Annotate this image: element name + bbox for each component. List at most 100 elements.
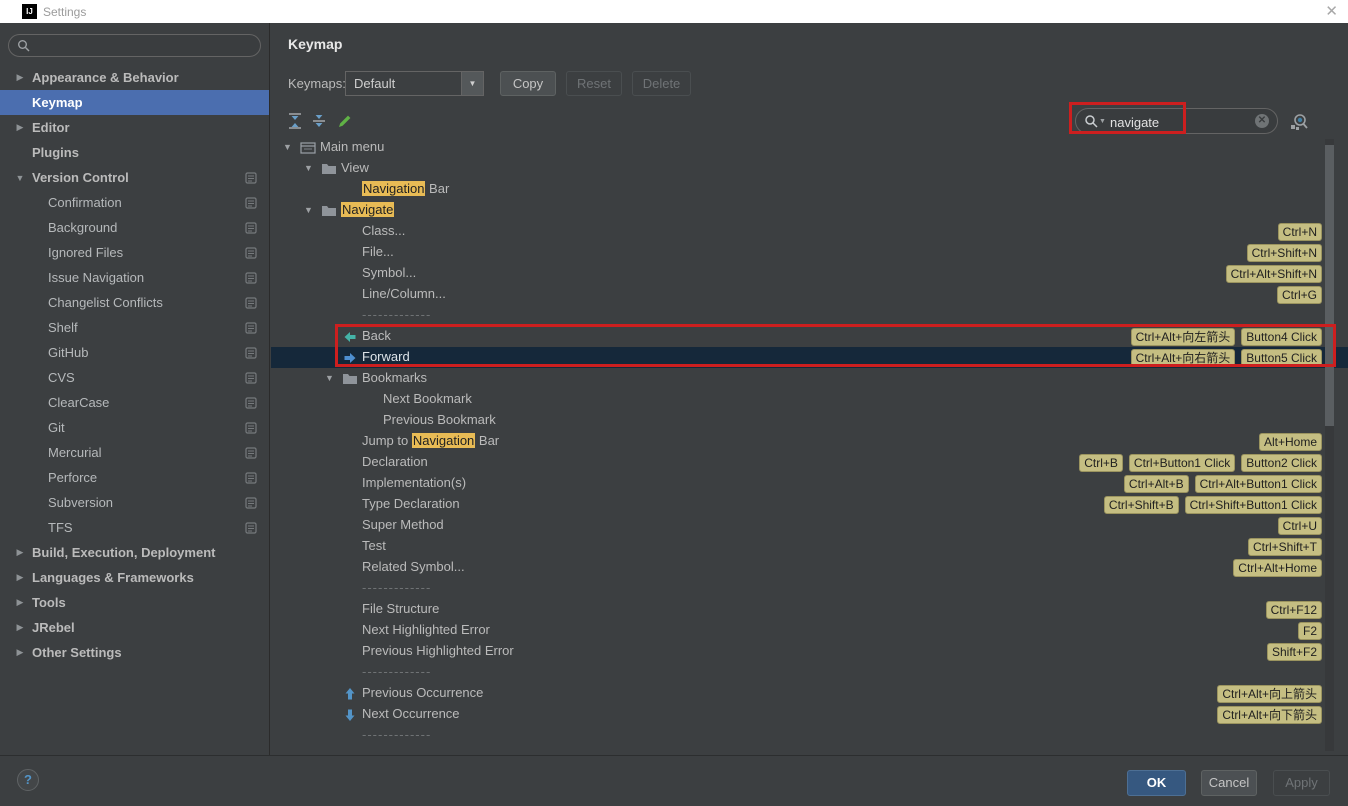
sidebar-item-confirmation[interactable]: Confirmation [0, 190, 269, 215]
sidebar-item-clearcase[interactable]: ClearCase [0, 390, 269, 415]
shared-settings-icon [245, 197, 257, 212]
tree-separator: ------------- [271, 305, 1348, 326]
sidebar-item-languages-frameworks[interactable]: ▶ Languages & Frameworks [0, 565, 269, 590]
tree-row-label: Symbol... [362, 265, 416, 280]
shortcut-badges: Ctrl+F12 [1260, 601, 1322, 619]
chevron-right-icon[interactable]: ▶ [14, 622, 26, 633]
sidebar-item-git[interactable]: Git [0, 415, 269, 440]
chevron-down-icon[interactable]: ▼ [304, 205, 313, 215]
tree-row-next-highlighted-error[interactable]: Next Highlighted Error F2 [271, 620, 1348, 641]
chevron-right-icon[interactable]: ▶ [14, 72, 26, 83]
shortcut-badge: Ctrl+U [1277, 517, 1322, 535]
sidebar-item-editor[interactable]: ▶ Editor [0, 115, 269, 140]
chevron-down-icon[interactable]: ▼ [325, 373, 334, 383]
tree-row-test[interactable]: Test Ctrl+Shift+T [271, 536, 1348, 557]
sidebar-item-appearance-behavior[interactable]: ▶ Appearance & Behavior [0, 65, 269, 90]
tree-row-jump-to-navigation-bar[interactable]: Jump to Navigation Bar Alt+Home [271, 431, 1348, 452]
menu-icon [300, 140, 316, 156]
sidebar-item-subversion[interactable]: Subversion [0, 490, 269, 515]
collapse-all-icon[interactable] [310, 112, 328, 130]
keymap-select[interactable]: Default ▼ [345, 71, 484, 96]
sidebar-item-github[interactable]: GitHub [0, 340, 269, 365]
tree-row-main-menu[interactable]: ▼ Main menu [271, 137, 1348, 158]
sidebar-item-keymap[interactable]: Keymap [0, 90, 269, 115]
copy-button[interactable]: Copy [500, 71, 556, 96]
tree-row-line-column[interactable]: Line/Column... Ctrl+G [271, 284, 1348, 305]
tree-row-class[interactable]: Class... Ctrl+N [271, 221, 1348, 242]
separator-dashes: ------------- [362, 580, 432, 595]
chevron-right-icon[interactable]: ▶ [14, 122, 26, 133]
sidebar-item-shelf[interactable]: Shelf [0, 315, 269, 340]
chevron-right-icon[interactable]: ▶ [14, 572, 26, 583]
tree-row-bookmarks[interactable]: ▼ Bookmarks [271, 368, 1348, 389]
tree-row-previous-occurrence[interactable]: Previous Occurrence Ctrl+Alt+向上箭头 [271, 683, 1348, 704]
sidebar-item-label: JRebel [32, 620, 75, 635]
tree-row-related-symbol[interactable]: Related Symbol... Ctrl+Alt+Home [271, 557, 1348, 578]
cancel-button[interactable]: Cancel [1201, 770, 1257, 796]
clear-search-icon[interactable]: ✕ [1255, 114, 1269, 128]
reset-button[interactable]: Reset [566, 71, 622, 96]
delete-button[interactable]: Delete [632, 71, 691, 96]
tree-row-label: Next Highlighted Error [362, 622, 490, 637]
tree-row-previous-highlighted-error[interactable]: Previous Highlighted Error Shift+F2 [271, 641, 1348, 662]
separator-dashes: ------------- [362, 664, 432, 679]
settings-search-input[interactable] [35, 36, 254, 57]
scrollbar-thumb[interactable] [1325, 145, 1334, 426]
sidebar-item-ignored-files[interactable]: Ignored Files [0, 240, 269, 265]
shortcut-badges: Ctrl+Alt+Home [1227, 559, 1322, 577]
chevron-right-icon[interactable]: ▶ [14, 647, 26, 658]
shortcut-badge: Ctrl+Shift+N [1246, 244, 1322, 262]
sidebar-item-other-settings[interactable]: ▶ Other Settings [0, 640, 269, 665]
shortcut-badge: Ctrl+Alt+B [1123, 475, 1189, 493]
tree-row-navigation-bar[interactable]: Navigation Bar [271, 179, 1348, 200]
help-button[interactable]: ? [17, 769, 39, 791]
folder-icon [321, 161, 337, 177]
tree-row-super-method[interactable]: Super Method Ctrl+U [271, 515, 1348, 536]
sidebar-item-label: Other Settings [32, 645, 122, 660]
sidebar-item-label: GitHub [48, 345, 89, 360]
sidebar-item-version-control[interactable]: ▼ Version Control [0, 165, 269, 190]
tree-row-next-occurrence[interactable]: Next Occurrence Ctrl+Alt+向下箭头 [271, 704, 1348, 725]
expand-all-icon[interactable] [286, 112, 304, 130]
tree-row-view[interactable]: ▼ View [271, 158, 1348, 179]
tree-row-file-structure[interactable]: File Structure Ctrl+F12 [271, 599, 1348, 620]
tree-separator: ------------- [271, 662, 1348, 683]
sidebar-item-cvs[interactable]: CVS [0, 365, 269, 390]
tree-row-symbol[interactable]: Symbol... Ctrl+Alt+Shift+N [271, 263, 1348, 284]
sidebar-item-tfs[interactable]: TFS [0, 515, 269, 540]
edit-pencil-icon[interactable] [336, 112, 354, 130]
find-actions-by-shortcut-icon[interactable] [1289, 112, 1309, 132]
tree-row-next-bookmark[interactable]: Next Bookmark [271, 389, 1348, 410]
tree-row-declaration[interactable]: Declaration Ctrl+B Ctrl+Button1 Click Butto… [271, 452, 1348, 473]
close-icon[interactable]: ✕ [1325, 2, 1338, 20]
tree-row-file[interactable]: File... Ctrl+Shift+N [271, 242, 1348, 263]
sidebar-item-tools[interactable]: ▶ Tools [0, 590, 269, 615]
tree-row-navigate[interactable]: ▼ Navigate [271, 200, 1348, 221]
chevron-down-icon[interactable]: ▼ [461, 72, 483, 95]
sidebar-item-perforce[interactable]: Perforce [0, 465, 269, 490]
ok-button[interactable]: OK [1127, 770, 1186, 796]
tree-row-implementation-s[interactable]: Implementation(s) Ctrl+Alt+B Ctrl+Alt+Butt… [271, 473, 1348, 494]
sidebar-item-changelist-conflicts[interactable]: Changelist Conflicts [0, 290, 269, 315]
sidebar-item-plugins[interactable]: Plugins [0, 140, 269, 165]
shortcut-badge: Ctrl+G [1276, 286, 1322, 304]
sidebar-item-build-execution-deployment[interactable]: ▶ Build, Execution, Deployment [0, 540, 269, 565]
sidebar-item-label: Git [48, 420, 65, 435]
chevron-down-icon[interactable]: ▼ [283, 142, 292, 152]
chevron-right-icon[interactable]: ▶ [14, 597, 26, 608]
sidebar-item-mercurial[interactable]: Mercurial [0, 440, 269, 465]
shortcut-badges: Ctrl+Alt+B Ctrl+Alt+Button1 Click [1118, 475, 1322, 493]
settings-search-box[interactable] [8, 34, 261, 57]
tree-row-previous-bookmark[interactable]: Previous Bookmark [271, 410, 1348, 431]
chevron-down-icon[interactable]: ▼ [14, 173, 26, 183]
chevron-down-icon[interactable]: ▼ [304, 163, 313, 173]
chevron-right-icon[interactable]: ▶ [14, 547, 26, 558]
tree-row-label: View [341, 160, 369, 175]
apply-button[interactable]: Apply [1273, 770, 1330, 796]
sidebar-item-jrebel[interactable]: ▶ JRebel [0, 615, 269, 640]
sidebar-item-label: Issue Navigation [48, 270, 145, 285]
label-text: File... [362, 244, 394, 259]
sidebar-item-issue-navigation[interactable]: Issue Navigation [0, 265, 269, 290]
tree-row-type-declaration[interactable]: Type Declaration Ctrl+Shift+B Ctrl+Shift+B… [271, 494, 1348, 515]
sidebar-item-background[interactable]: Background [0, 215, 269, 240]
